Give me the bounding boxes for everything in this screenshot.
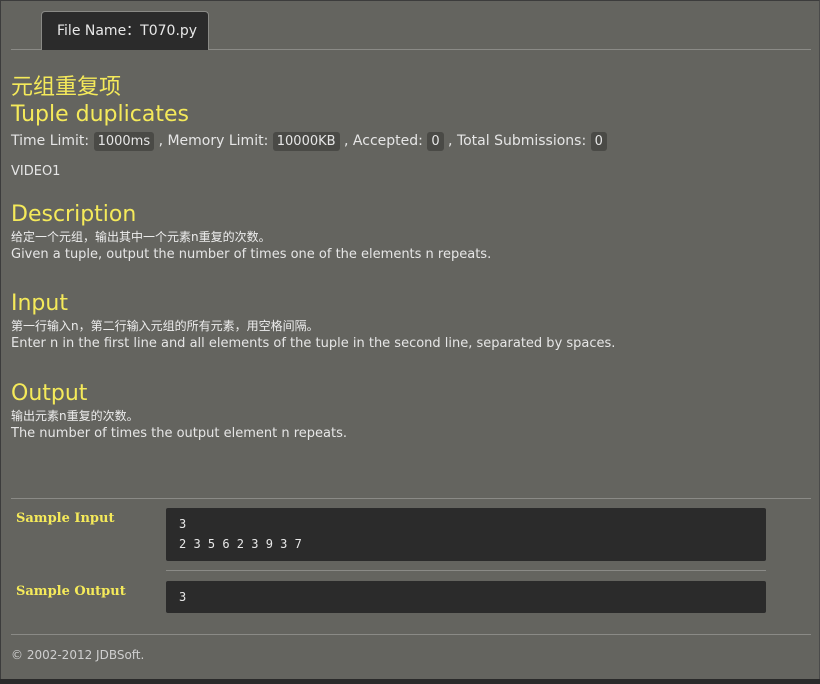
- input-text-cn: 第一行输入n，第二行输入元组的所有元素，用空格间隔。: [11, 319, 319, 333]
- sample-output-line: 3: [179, 590, 187, 604]
- time-limit-value: 1000ms: [93, 132, 155, 151]
- submissions-label: , Total Submissions:: [448, 133, 587, 149]
- problem-limits: Time Limit: 1000ms , Memory Limit: 10000…: [11, 129, 811, 153]
- problem-title-en: Tuple duplicates: [11, 102, 189, 127]
- samples-inner-divider: [166, 570, 766, 571]
- accepted-label: , Accepted:: [344, 133, 423, 149]
- tab-file-name[interactable]: File Name：T070.py: [41, 11, 209, 50]
- sample-input-line: 3: [179, 517, 187, 531]
- sample-input-box[interactable]: 3 2 3 5 6 2 3 9 3 7: [166, 508, 766, 561]
- footer-divider: [11, 634, 811, 635]
- memory-limit-label: , Memory Limit:: [158, 133, 269, 149]
- input-text-en: Enter n in the first line and all elemen…: [11, 336, 616, 351]
- description-heading: Description: [11, 202, 137, 227]
- video-link[interactable]: VIDEO1: [11, 162, 811, 182]
- output-heading: Output: [11, 381, 88, 406]
- time-limit-label: Time Limit:: [11, 133, 90, 149]
- sample-input-line: 2 3 5 6 2 3 9 3 7: [179, 537, 302, 551]
- samples-top-divider: [11, 498, 811, 499]
- footer-copyright: © 2002-2012 JDBSoft.: [11, 648, 145, 662]
- output-text-cn: 输出元素n重复的次数。: [11, 409, 139, 423]
- submissions-value: 0: [590, 132, 607, 151]
- description-text-en: Given a tuple, output the number of time…: [11, 247, 492, 262]
- accepted-value: 0: [427, 132, 444, 151]
- problem-content: 元组重复项 Tuple duplicates Time Limit: 1000m…: [11, 72, 811, 443]
- description-text-cn: 给定一个元组，输出其中一个元素n重复的次数。: [11, 230, 271, 244]
- sample-output-box[interactable]: 3: [166, 581, 766, 613]
- tab-bar: File Name：T070.py: [11, 11, 811, 50]
- problem-title-cn: 元组重复项: [11, 75, 122, 100]
- bottom-edge: [0, 679, 820, 684]
- input-heading: Input: [11, 291, 68, 316]
- output-text-en: The number of times the output element n…: [11, 426, 347, 441]
- memory-limit-value: 10000KB: [272, 132, 340, 151]
- sample-input-label: Sample Input: [16, 511, 115, 526]
- sample-output-label: Sample Output: [16, 584, 126, 599]
